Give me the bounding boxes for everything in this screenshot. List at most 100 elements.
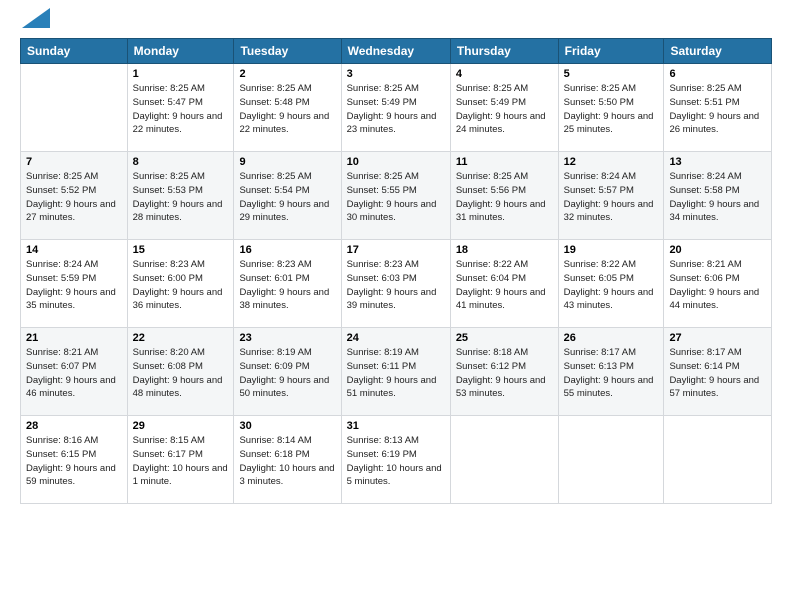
- day-number: 21: [26, 332, 122, 344]
- day-info: Sunrise: 8:15 AMSunset: 6:17 PMDaylight:…: [133, 434, 229, 489]
- calendar-cell: 2Sunrise: 8:25 AMSunset: 5:48 PMDaylight…: [234, 64, 341, 152]
- day-info: Sunrise: 8:23 AMSunset: 6:03 PMDaylight:…: [347, 258, 445, 313]
- day-number: 27: [669, 332, 766, 344]
- day-number: 14: [26, 244, 122, 256]
- calendar-cell: 20 Sunrise: 8:21 AMSunset: 6:06 PMDayligh…: [664, 240, 772, 328]
- calendar-week-row: 21 Sunrise: 8:21 AMSunset: 6:07 PMDayligh…: [21, 328, 772, 416]
- day-info: Sunrise: 8:21 AMSunset: 6:06 PMDaylight:…: [669, 258, 766, 313]
- day-number: 15: [133, 244, 229, 256]
- day-number: 26: [564, 332, 659, 344]
- day-number: 6: [669, 68, 766, 80]
- weekday-header-friday: Friday: [558, 39, 664, 64]
- page: SundayMondayTuesdayWednesdayThursdayFrid…: [0, 0, 792, 612]
- day-number: 11: [456, 156, 553, 168]
- calendar-week-row: 7 Sunrise: 8:25 AMSunset: 5:52 PMDaylight…: [21, 152, 772, 240]
- day-number: 28: [26, 420, 122, 432]
- weekday-header-wednesday: Wednesday: [341, 39, 450, 64]
- day-info: Sunrise: 8:25 AMSunset: 5:48 PMDaylight:…: [239, 82, 335, 137]
- weekday-header-tuesday: Tuesday: [234, 39, 341, 64]
- calendar-cell: 23 Sunrise: 8:19 AMSunset: 6:09 PMDayligh…: [234, 328, 341, 416]
- day-info: Sunrise: 8:17 AMSunset: 6:14 PMDaylight:…: [669, 346, 766, 401]
- calendar-cell: 22Sunrise: 8:20 AMSunset: 6:08 PMDayligh…: [127, 328, 234, 416]
- calendar-cell: [21, 64, 128, 152]
- calendar-cell: 27 Sunrise: 8:17 AMSunset: 6:14 PMDayligh…: [664, 328, 772, 416]
- day-info: Sunrise: 8:25 AMSunset: 5:53 PMDaylight:…: [133, 170, 229, 225]
- calendar-week-row: 28 Sunrise: 8:16 AMSunset: 6:15 PMDayligh…: [21, 416, 772, 504]
- day-number: 9: [239, 156, 335, 168]
- day-info: Sunrise: 8:25 AMSunset: 5:50 PMDaylight:…: [564, 82, 659, 137]
- day-number: 17: [347, 244, 445, 256]
- day-info: Sunrise: 8:23 AMSunset: 6:00 PMDaylight:…: [133, 258, 229, 313]
- day-info: Sunrise: 8:22 AMSunset: 6:05 PMDaylight:…: [564, 258, 659, 313]
- day-number: 20: [669, 244, 766, 256]
- day-number: 8: [133, 156, 229, 168]
- calendar-cell: 16Sunrise: 8:23 AMSunset: 6:01 PMDayligh…: [234, 240, 341, 328]
- calendar-cell: [664, 416, 772, 504]
- calendar-cell: 7 Sunrise: 8:25 AMSunset: 5:52 PMDaylight…: [21, 152, 128, 240]
- weekday-header-saturday: Saturday: [664, 39, 772, 64]
- calendar-cell: [558, 416, 664, 504]
- calendar-cell: 26 Sunrise: 8:17 AMSunset: 6:13 PMDayligh…: [558, 328, 664, 416]
- calendar-cell: 8 Sunrise: 8:25 AMSunset: 5:53 PMDaylight…: [127, 152, 234, 240]
- calendar-cell: 24 Sunrise: 8:19 AMSunset: 6:11 PMDayligh…: [341, 328, 450, 416]
- weekday-header-thursday: Thursday: [450, 39, 558, 64]
- weekday-header-sunday: Sunday: [21, 39, 128, 64]
- day-info: Sunrise: 8:24 AMSunset: 5:58 PMDaylight:…: [669, 170, 766, 225]
- day-number: 7: [26, 156, 122, 168]
- day-number: 18: [456, 244, 553, 256]
- day-info: Sunrise: 8:16 AMSunset: 6:15 PMDaylight:…: [26, 434, 122, 489]
- day-number: 5: [564, 68, 659, 80]
- day-info: Sunrise: 8:25 AMSunset: 5:47 PMDaylight:…: [133, 82, 229, 137]
- day-info: Sunrise: 8:18 AMSunset: 6:12 PMDaylight:…: [456, 346, 553, 401]
- calendar-cell: 10 Sunrise: 8:25 AMSunset: 5:55 PMDayligh…: [341, 152, 450, 240]
- calendar-cell: 28 Sunrise: 8:16 AMSunset: 6:15 PMDayligh…: [21, 416, 128, 504]
- calendar-cell: 18 Sunrise: 8:22 AMSunset: 6:04 PMDayligh…: [450, 240, 558, 328]
- day-info: Sunrise: 8:25 AMSunset: 5:49 PMDaylight:…: [347, 82, 445, 137]
- day-number: 1: [133, 68, 229, 80]
- calendar-week-row: 14Sunrise: 8:24 AMSunset: 5:59 PMDayligh…: [21, 240, 772, 328]
- calendar-table: SundayMondayTuesdayWednesdayThursdayFrid…: [20, 38, 772, 504]
- calendar-cell: 13 Sunrise: 8:24 AMSunset: 5:58 PMDayligh…: [664, 152, 772, 240]
- logo-icon: [22, 8, 50, 28]
- weekday-header-row: SundayMondayTuesdayWednesdayThursdayFrid…: [21, 39, 772, 64]
- day-info: Sunrise: 8:19 AMSunset: 6:11 PMDaylight:…: [347, 346, 445, 401]
- calendar-cell: 17 Sunrise: 8:23 AMSunset: 6:03 PMDayligh…: [341, 240, 450, 328]
- day-info: Sunrise: 8:25 AMSunset: 5:52 PMDaylight:…: [26, 170, 122, 225]
- day-number: 10: [347, 156, 445, 168]
- day-number: 25: [456, 332, 553, 344]
- day-number: 3: [347, 68, 445, 80]
- day-number: 22: [133, 332, 229, 344]
- day-info: Sunrise: 8:14 AMSunset: 6:18 PMDaylight:…: [239, 434, 335, 489]
- day-info: Sunrise: 8:23 AMSunset: 6:01 PMDaylight:…: [239, 258, 335, 313]
- calendar-cell: 29Sunrise: 8:15 AMSunset: 6:17 PMDayligh…: [127, 416, 234, 504]
- calendar-cell: 31Sunrise: 8:13 AMSunset: 6:19 PMDayligh…: [341, 416, 450, 504]
- calendar-cell: 19Sunrise: 8:22 AMSunset: 6:05 PMDayligh…: [558, 240, 664, 328]
- day-number: 30: [239, 420, 335, 432]
- day-info: Sunrise: 8:22 AMSunset: 6:04 PMDaylight:…: [456, 258, 553, 313]
- day-info: Sunrise: 8:21 AMSunset: 6:07 PMDaylight:…: [26, 346, 122, 401]
- logo: [20, 16, 50, 28]
- day-number: 31: [347, 420, 445, 432]
- day-number: 23: [239, 332, 335, 344]
- calendar-week-row: 1 Sunrise: 8:25 AMSunset: 5:47 PMDaylight…: [21, 64, 772, 152]
- calendar-cell: 21 Sunrise: 8:21 AMSunset: 6:07 PMDayligh…: [21, 328, 128, 416]
- day-info: Sunrise: 8:25 AMSunset: 5:51 PMDaylight:…: [669, 82, 766, 137]
- day-info: Sunrise: 8:17 AMSunset: 6:13 PMDaylight:…: [564, 346, 659, 401]
- weekday-header-monday: Monday: [127, 39, 234, 64]
- day-info: Sunrise: 8:25 AMSunset: 5:49 PMDaylight:…: [456, 82, 553, 137]
- calendar-cell: 1 Sunrise: 8:25 AMSunset: 5:47 PMDaylight…: [127, 64, 234, 152]
- day-info: Sunrise: 8:25 AMSunset: 5:56 PMDaylight:…: [456, 170, 553, 225]
- calendar-cell: 15 Sunrise: 8:23 AMSunset: 6:00 PMDayligh…: [127, 240, 234, 328]
- calendar-cell: 6 Sunrise: 8:25 AMSunset: 5:51 PMDaylight…: [664, 64, 772, 152]
- calendar-cell: [450, 416, 558, 504]
- day-number: 13: [669, 156, 766, 168]
- day-number: 4: [456, 68, 553, 80]
- calendar-cell: 3 Sunrise: 8:25 AMSunset: 5:49 PMDaylight…: [341, 64, 450, 152]
- day-info: Sunrise: 8:25 AMSunset: 5:54 PMDaylight:…: [239, 170, 335, 225]
- day-number: 24: [347, 332, 445, 344]
- day-info: Sunrise: 8:25 AMSunset: 5:55 PMDaylight:…: [347, 170, 445, 225]
- calendar-cell: 25 Sunrise: 8:18 AMSunset: 6:12 PMDayligh…: [450, 328, 558, 416]
- day-info: Sunrise: 8:19 AMSunset: 6:09 PMDaylight:…: [239, 346, 335, 401]
- day-info: Sunrise: 8:24 AMSunset: 5:57 PMDaylight:…: [564, 170, 659, 225]
- calendar-cell: 14Sunrise: 8:24 AMSunset: 5:59 PMDayligh…: [21, 240, 128, 328]
